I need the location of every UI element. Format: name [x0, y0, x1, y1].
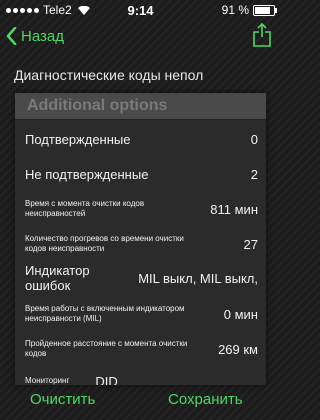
- row-value: 27: [243, 236, 258, 252]
- additional-options-panel: Additional options Подтвержденные 0 Не п…: [15, 93, 266, 385]
- list-item: Пройденное расстояние с момента очистки …: [25, 335, 258, 363]
- row-label: Время с момента очистки кодов неисправно…: [25, 199, 145, 218]
- row-value: 811 мин: [210, 201, 258, 217]
- page-heading: Диагностические коды непол: [14, 67, 204, 83]
- list-item: Не подтвержденные 2: [25, 160, 258, 188]
- list-item: Мониторинг DID: [25, 373, 258, 386]
- battery-info: 91 %: [221, 3, 277, 17]
- row-label: Подтвержденные: [25, 131, 131, 147]
- row-value: 0: [250, 131, 258, 147]
- footer-bar: Очистить Сохранить: [0, 385, 281, 420]
- share-icon[interactable]: [253, 22, 271, 53]
- chevron-left-icon: [6, 27, 17, 45]
- battery-icon: [253, 4, 277, 16]
- panel-header: Additional options: [15, 93, 266, 120]
- row-label: Пройденное расстояние с момента очистки …: [25, 339, 188, 358]
- list-item: Индикатор ошибок MIL выкл, MIL выкл,: [25, 263, 258, 293]
- row-value: 0 мин: [223, 306, 258, 322]
- row-value: DID: [95, 373, 118, 386]
- row-value: 269 км: [218, 341, 258, 357]
- panel-title: Additional options: [27, 97, 168, 114]
- row-label: Мониторинг: [25, 376, 70, 385]
- nav-bar: Назад: [0, 20, 281, 56]
- battery-fill: [255, 6, 270, 14]
- row-value: MIL выкл, MIL выкл,: [138, 270, 258, 286]
- row-label: Время работы с включенным индикатором не…: [25, 304, 185, 323]
- status-bar: Tele2 9:14 91 %: [0, 0, 281, 20]
- back-button[interactable]: Назад: [6, 27, 64, 45]
- list-item: Подтвержденные 0: [25, 125, 258, 153]
- battery-percent: 91 %: [221, 3, 249, 17]
- row-value: 2: [250, 166, 258, 182]
- back-label: Назад: [21, 27, 64, 45]
- save-button[interactable]: Сохранить: [168, 391, 243, 408]
- list-item: Время с момента очистки кодов неисправно…: [25, 195, 258, 223]
- list-item: Время работы с включенным индикатором не…: [25, 299, 258, 329]
- row-label: Индикатор ошибок: [25, 263, 90, 293]
- list-item: Количество прогревов со времени очистки …: [25, 230, 258, 258]
- row-label: Количество прогревов со времени очистки …: [25, 234, 184, 253]
- row-label: Не подтвержденные: [25, 166, 149, 182]
- clear-button[interactable]: Очистить: [30, 391, 95, 408]
